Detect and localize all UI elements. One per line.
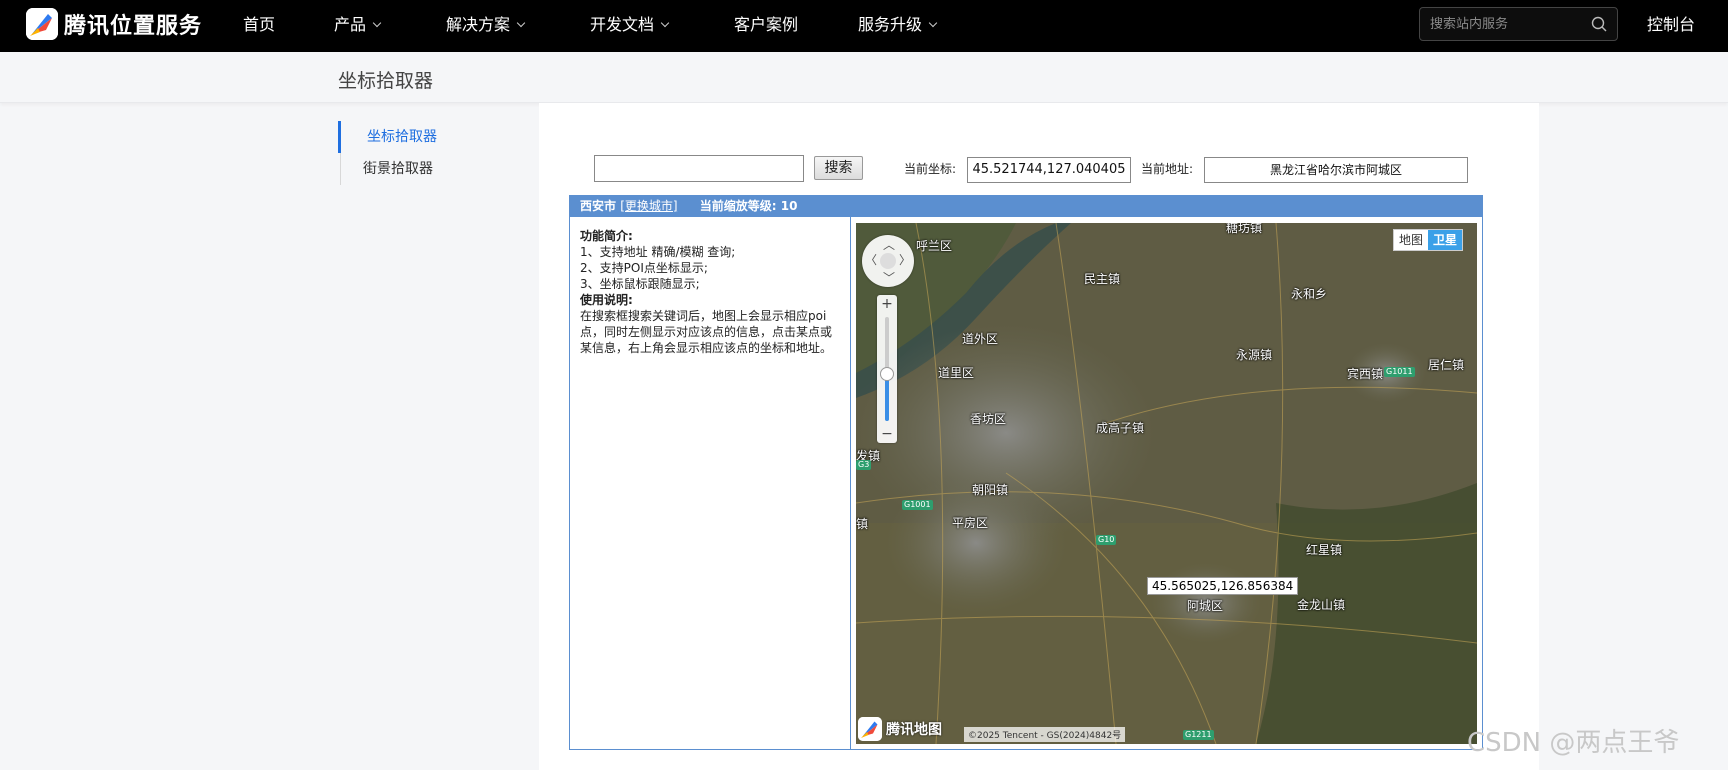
chevron-down-icon — [928, 18, 938, 28]
nav-home[interactable]: 首页 — [243, 0, 275, 52]
map-logo: 腾讯地图 — [858, 717, 942, 741]
site-search — [1419, 7, 1618, 41]
highway-shield: G3 — [856, 460, 872, 470]
nav-products-label: 产品 — [334, 15, 367, 34]
sidebar: 坐标拾取器 街景拾取器 — [338, 121, 488, 185]
highway-shield: G10 — [1096, 535, 1117, 545]
sidebar-item-streetview-picker[interactable]: 街景拾取器 — [340, 153, 488, 185]
nav-upgrade[interactable]: 服务升级 — [858, 0, 938, 52]
highway-shield: G1011 — [1384, 367, 1415, 377]
map-place-label: 平房区 — [952, 516, 989, 530]
intro-line: 3、坐标鼠标跟随显示; — [580, 277, 700, 291]
pan-control[interactable]: ︿ ﹀ 〈 〉 — [862, 235, 914, 287]
map-place-label: 呼兰区 — [916, 239, 953, 253]
picker-header: 西安市 [更换城市] 当前缩放等级: 10 — [570, 196, 1482, 217]
change-city-link[interactable]: [更换城市] — [620, 199, 677, 213]
satellite-map[interactable]: 糖坊镇 呼兰区 民主镇 永和乡 道外区 永源镇 宾西镇 居仁镇 道里区 香坊区 … — [856, 223, 1477, 744]
zoom-out-button[interactable]: − — [877, 425, 897, 443]
zoom-in-button[interactable]: + — [877, 295, 897, 313]
cursor-coord-tooltip: 45.565025,126.856384 — [1147, 577, 1299, 595]
console-link[interactable]: 控制台 — [1647, 0, 1695, 52]
sidebar-item-coord-picker[interactable]: 坐标拾取器 — [338, 121, 488, 153]
usage-title: 使用说明: — [580, 293, 633, 307]
map-place-label: 道外区 — [962, 332, 999, 346]
keyword-input[interactable] — [594, 155, 804, 182]
tencent-map-logo-icon — [858, 717, 882, 741]
nav-docs[interactable]: 开发文档 — [590, 0, 670, 52]
map-place-label: 朝阳镇 — [972, 483, 1009, 497]
tencent-map-logo-icon — [26, 8, 58, 40]
map-place-label: 永源镇 — [1236, 348, 1273, 362]
nav-solutions[interactable]: 解决方案 — [446, 0, 526, 52]
chevron-down-icon — [660, 18, 670, 28]
intro-line: 1、支持地址 精确/模糊 查询; — [580, 245, 736, 259]
top-nav: 腾讯位置服务 首页 产品 解决方案 开发文档 客户案例 服务升级 控制台 — [0, 0, 1728, 52]
map-place-label: 成高子镇 — [1096, 421, 1145, 435]
pan-up-icon[interactable]: ︿ — [883, 236, 895, 253]
pan-right-icon[interactable]: 〉 — [899, 251, 911, 268]
map-place-label: 金龙山镇 — [1297, 598, 1346, 612]
brand-name: 腾讯位置服务 — [64, 14, 203, 39]
map-copyright: ©2025 Tencent - GS(2024)4842号 — [964, 727, 1126, 742]
zoom-slider-handle[interactable] — [880, 367, 894, 381]
map-place-label: 红星镇 — [1306, 543, 1343, 557]
map-type-satellite-button[interactable]: 卫星 — [1428, 230, 1463, 250]
intro-title: 功能简介: — [580, 229, 633, 243]
map-place-label: 宾西镇 — [1347, 367, 1384, 381]
pan-down-icon[interactable]: ﹀ — [883, 269, 895, 286]
nav-upgrade-label: 服务升级 — [858, 15, 923, 34]
page-title: 坐标拾取器 — [338, 70, 434, 92]
map-place-label: 阿城区 — [1187, 599, 1224, 613]
map-imagery — [856, 223, 1477, 744]
map-type-switch: 地图 卫星 — [1393, 229, 1464, 251]
addr-label: 当前地址: — [1141, 162, 1194, 176]
map-place-label: 糖坊镇 — [1226, 223, 1263, 235]
current-city: 西安市 — [580, 199, 617, 213]
info-panel: 功能简介: 1、支持地址 精确/模糊 查询; 2、支持POI点坐标显示; 3、坐… — [570, 217, 851, 749]
nav-docs-label: 开发文档 — [590, 15, 655, 34]
nav-solutions-label: 解决方案 — [446, 15, 511, 34]
highway-shield: G1211 — [1183, 730, 1214, 740]
map-place-label: 民主镇 — [1084, 272, 1121, 286]
intro-line: 2、支持POI点坐标显示; — [580, 261, 708, 275]
coord-field[interactable]: 45.521744,127.040405 — [967, 157, 1131, 183]
zoom-control: + − — [877, 295, 897, 443]
map-place-label: 居仁镇 — [1428, 358, 1465, 372]
addr-field[interactable]: 黑龙江省哈尔滨市阿城区 — [1204, 157, 1468, 183]
brand-logo[interactable]: 腾讯位置服务 — [26, 8, 202, 40]
pan-center-icon — [880, 253, 896, 269]
coord-label: 当前坐标: — [904, 162, 957, 176]
map-place-label: 道里区 — [938, 366, 975, 380]
zoom-level-text: 当前缩放等级: 10 — [699, 199, 798, 213]
map-place-label: 镇 — [856, 517, 869, 531]
search-icon[interactable] — [1591, 16, 1607, 32]
chevron-down-icon — [516, 18, 526, 28]
zoom-fill — [885, 374, 889, 421]
site-search-input[interactable] — [1420, 8, 1580, 40]
nav-products[interactable]: 产品 — [334, 0, 382, 52]
watermark: CSDN @两点王爷 — [1467, 728, 1680, 758]
chevron-down-icon — [372, 18, 382, 28]
search-button[interactable]: 搜索 — [814, 156, 863, 180]
map-logo-text: 腾讯地图 — [886, 722, 942, 738]
map-place-label: 香坊区 — [970, 412, 1007, 426]
sub-header: 坐标拾取器 — [0, 52, 1728, 103]
highway-shield: G1001 — [902, 500, 933, 510]
pan-left-icon[interactable]: 〈 — [865, 251, 877, 268]
usage-text: 在搜索框搜索关键词后，地图上会显示相应poi点，同时左侧显示对应该点的信息，点击… — [580, 309, 833, 355]
nav-cases[interactable]: 客户案例 — [734, 0, 798, 52]
map-place-label: 永和乡 — [1291, 287, 1328, 301]
map-type-map-button[interactable]: 地图 — [1394, 230, 1429, 250]
